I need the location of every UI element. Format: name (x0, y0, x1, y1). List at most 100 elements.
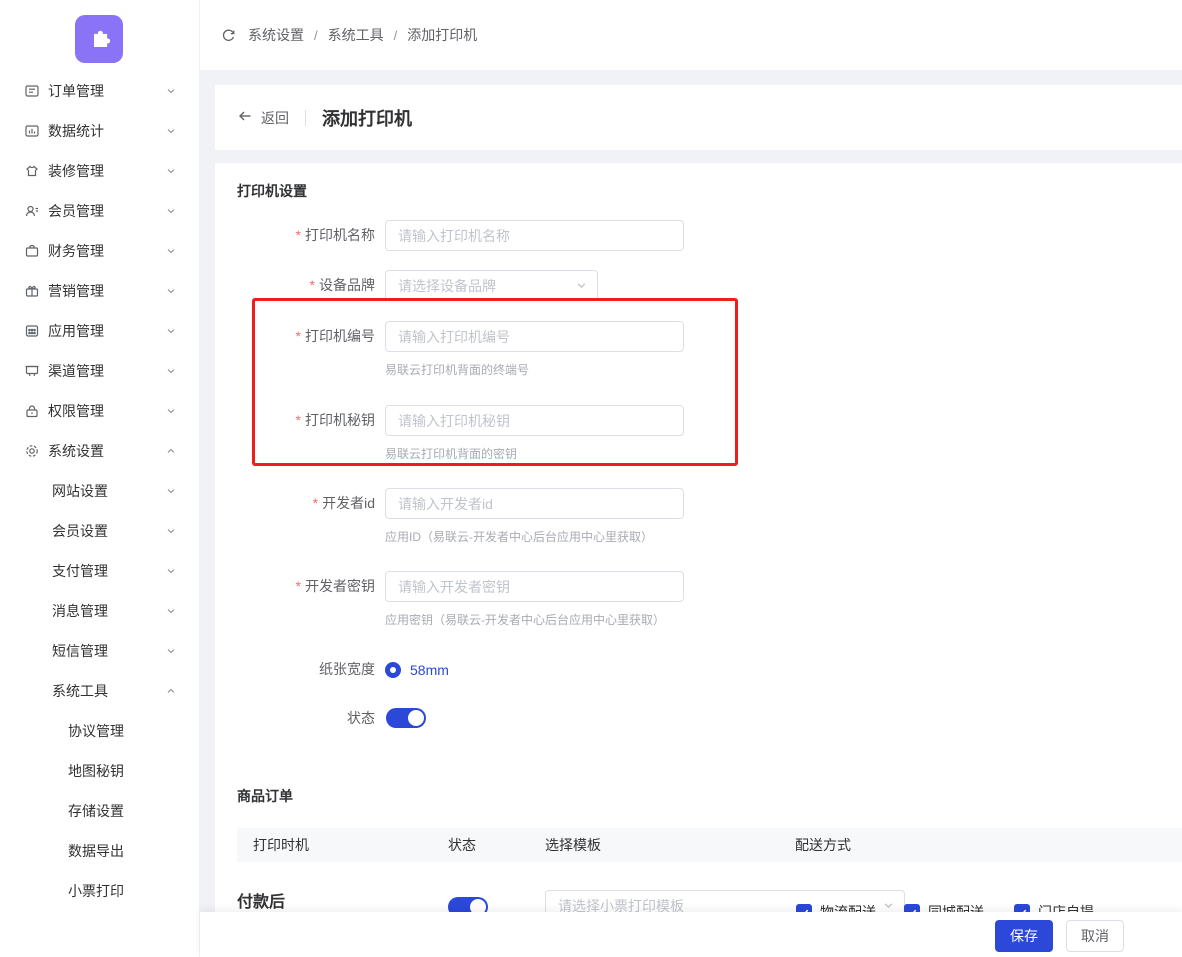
sidebar-item-label: 应用管理 (48, 323, 104, 339)
table-header-timing: 打印时机 (253, 837, 309, 853)
printer-settings-title: 打印机设置 (237, 183, 307, 199)
sidebar-item-storage-settings[interactable]: 存储设置 (0, 791, 200, 831)
select-placeholder: 请选择设备品牌 (398, 277, 496, 294)
developer-secret-label: * 开发者密钥 (295, 578, 375, 594)
sidebar-item-channel-manage[interactable]: 渠道管理 (0, 351, 200, 391)
sidebar-item-label: 订单管理 (48, 83, 104, 99)
sidebar-item-label: 装修管理 (48, 163, 104, 179)
chevron-down-icon (166, 166, 176, 176)
sidebar-item-protocol-manage[interactable]: 协议管理 (0, 711, 200, 751)
finance-icon (24, 243, 40, 259)
sidebar-item-label: 数据统计 (48, 123, 104, 139)
device-brand-select[interactable]: 请选择设备品牌 (385, 270, 598, 301)
printer-name-input[interactable] (385, 220, 684, 251)
save-button[interactable]: 保存 (995, 920, 1053, 952)
sidebar-item-decorate-manage[interactable]: 装修管理 (0, 151, 200, 191)
sidebar-item-marketing-manage[interactable]: 营销管理 (0, 271, 200, 311)
sidebar-item-apps-manage[interactable]: 应用管理 (0, 311, 200, 351)
gear-icon (24, 443, 40, 459)
sidebar-item-label: 系统工具 (52, 683, 108, 699)
sidebar-item-label: 协议管理 (68, 723, 124, 739)
chevron-down-icon (166, 366, 176, 376)
required-marker: * (295, 578, 301, 594)
vertical-divider (305, 109, 306, 126)
sidebar-item-label: 地图秘钥 (68, 763, 124, 779)
breadcrumb-item[interactable]: 系统工具 (328, 25, 384, 45)
device-brand-label: * 设备品牌 (309, 277, 375, 293)
chevron-up-icon (166, 446, 176, 456)
marketing-icon (24, 283, 40, 299)
developer-secret-hint: 应用密钥（易联云-开发者中心后台应用中心里获取） (385, 613, 665, 627)
sidebar-item-label: 网站设置 (52, 483, 108, 499)
sidebar-item-order-manage[interactable]: 订单管理 (0, 71, 200, 111)
sidebar-item-label: 存储设置 (68, 803, 124, 819)
required-marker: * (295, 412, 301, 428)
sidebar-item-member-manage[interactable]: 会员管理 (0, 191, 200, 231)
printer-secret-input[interactable] (385, 405, 684, 436)
sidebar-item-sms-manage[interactable]: 短信管理 (0, 631, 200, 671)
breadcrumb-item[interactable]: 系统设置 (248, 25, 304, 45)
sidebar-item-payment-manage[interactable]: 支付管理 (0, 551, 200, 591)
lock-icon (24, 403, 40, 419)
sidebar-item-system-settings[interactable]: 系统设置 (0, 431, 200, 471)
sidebar-item-map-secret[interactable]: 地图秘钥 (0, 751, 200, 791)
sidebar-item-label: 系统设置 (48, 443, 104, 459)
developer-id-input[interactable] (385, 488, 684, 519)
developer-secret-input[interactable] (385, 571, 684, 602)
printer-number-hint: 易联云打印机背面的终端号 (385, 363, 530, 377)
printer-number-label: * 打印机编号 (295, 328, 375, 344)
refresh-icon[interactable] (221, 28, 236, 43)
sidebar-item-data-export[interactable]: 数据导出 (0, 831, 200, 871)
breadcrumb-separator: / (393, 27, 398, 43)
sidebar-item-label: 财务管理 (48, 243, 104, 259)
radio-label: 58mm (410, 662, 449, 678)
sidebar-item-label: 渠道管理 (48, 363, 104, 379)
status-label: 状态 (347, 710, 375, 726)
table-header-template: 选择模板 (545, 837, 601, 853)
chevron-down-icon (166, 646, 176, 656)
page-title: 添加打印机 (322, 108, 412, 129)
sidebar-item-receipt-print[interactable]: 小票打印 (0, 871, 200, 911)
back-button[interactable]: 返回 (237, 108, 289, 128)
sidebar-item-label: 营销管理 (48, 283, 104, 299)
sidebar-item-system-tools[interactable]: 系统工具 (0, 671, 200, 711)
toggle-knob (408, 710, 424, 726)
required-marker: * (309, 277, 315, 293)
order-section-title: 商品订单 (237, 788, 293, 804)
sidebar-item-member-settings[interactable]: 会员设置 (0, 511, 200, 551)
sidebar-item-data-stats[interactable]: 数据统计 (0, 111, 200, 151)
cancel-button[interactable]: 取消 (1066, 920, 1124, 952)
developer-id-label: * 开发者id (312, 495, 375, 511)
chevron-down-icon (166, 126, 176, 136)
chevron-down-icon (166, 566, 176, 576)
stats-icon (24, 123, 40, 139)
app-logo[interactable] (75, 15, 123, 63)
sidebar-item-label: 数据导出 (68, 843, 124, 859)
puzzle-icon (84, 22, 114, 57)
sidebar-item-label: 会员管理 (48, 203, 104, 219)
arrow-left-icon (237, 108, 253, 127)
printer-secret-label: * 打印机秘钥 (295, 412, 375, 428)
sidebar-item-label: 消息管理 (52, 603, 108, 619)
breadcrumb-separator: / (314, 27, 318, 43)
member-icon (24, 203, 40, 219)
status-toggle[interactable] (386, 708, 426, 728)
printer-number-input[interactable] (385, 321, 684, 352)
paper-width-label: 纸张宽度 (319, 661, 375, 677)
radio-selected[interactable] (385, 662, 401, 678)
chevron-up-icon (166, 686, 176, 696)
developer-id-hint: 应用ID（易联云-开发者中心后台应用中心里获取） (385, 530, 653, 544)
sidebar-item-finance-manage[interactable]: 财务管理 (0, 231, 200, 271)
sidebar-item-label: 会员设置 (52, 523, 108, 539)
sidebar-item-permission-manage[interactable]: 权限管理 (0, 391, 200, 431)
chevron-down-icon (166, 286, 176, 296)
sidebar-item-website-settings[interactable]: 网站设置 (0, 471, 200, 511)
table-header-row (237, 828, 1182, 862)
sidebar-item-label: 短信管理 (52, 643, 108, 659)
footer-action-bar: 保存 取消 (200, 912, 1182, 957)
sidebar-item-message-manage[interactable]: 消息管理 (0, 591, 200, 631)
printer-name-label: * 打印机名称 (295, 227, 375, 243)
app-root: 订单管理 数据统计 装修管理 会员管理 财务管理 营销管理 应用管理 渠道管理 … (0, 0, 1182, 957)
breadcrumb-item[interactable]: 添加打印机 (407, 25, 477, 45)
channel-icon (24, 363, 40, 379)
